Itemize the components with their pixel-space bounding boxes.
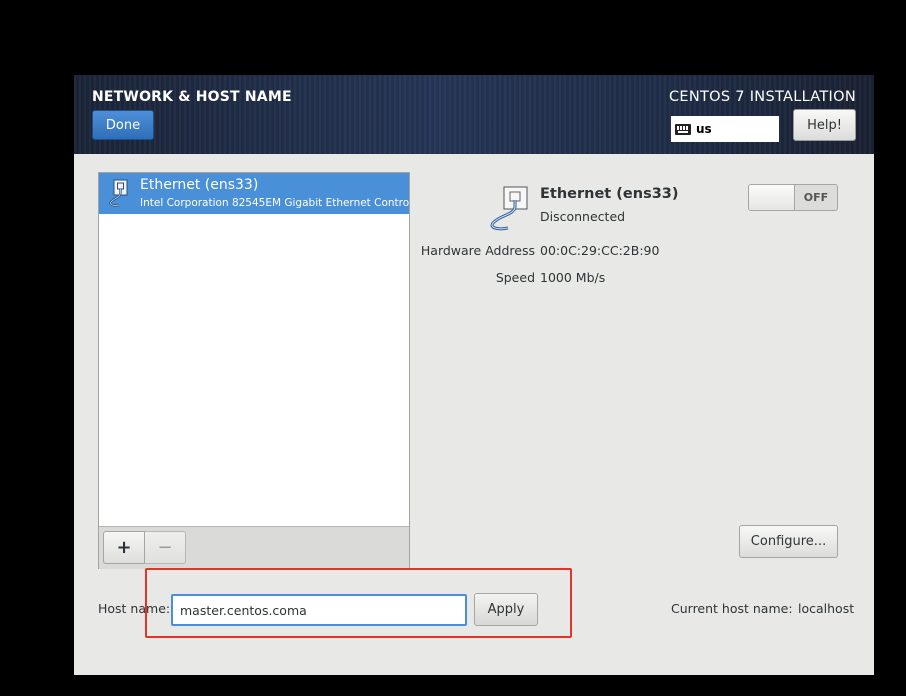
hardware-address-value: 00:0C:29:CC:2B:90 xyxy=(540,243,660,258)
keyboard-icon xyxy=(675,123,691,135)
configure-button[interactable]: Configure... xyxy=(739,525,838,558)
device-name: Ethernet (ens33) xyxy=(140,177,259,193)
ethernet-icon xyxy=(490,186,528,231)
toggle-knob xyxy=(749,185,795,210)
highlight-annotation-box xyxy=(145,568,572,638)
page-title: NETWORK & HOST NAME xyxy=(92,89,292,105)
remove-device-button[interactable]: − xyxy=(145,531,186,564)
hardware-address-label: Hardware Address xyxy=(420,243,535,258)
product-title: CENTOS 7 INSTALLATION xyxy=(668,89,856,105)
list-toolbar: + − xyxy=(99,526,409,569)
toggle-state-label: OFF xyxy=(803,191,829,204)
device-description: Intel Corporation 82545EM Gigabit Ethern… xyxy=(140,197,409,209)
add-device-button[interactable]: + xyxy=(103,531,145,564)
connection-status: Disconnected xyxy=(540,209,626,224)
device-list: Ethernet (ens33) Intel Corporation 82545… xyxy=(98,172,410,569)
device-list-item[interactable]: Ethernet (ens33) Intel Corporation 82545… xyxy=(99,173,409,214)
help-button[interactable]: Help! xyxy=(793,109,856,141)
speed-value: 1000 Mb/s xyxy=(540,270,606,285)
device-detail-name: Ethernet (ens33) xyxy=(540,186,679,202)
current-host-name-label: Current host name: xyxy=(671,601,793,616)
header-bar: NETWORK & HOST NAME Done CENTOS 7 INSTAL… xyxy=(74,75,874,154)
connection-toggle[interactable]: OFF xyxy=(748,184,838,211)
ethernet-icon xyxy=(109,179,128,207)
keyboard-layout-label: us xyxy=(696,122,712,136)
current-host-name-value: localhost xyxy=(798,601,855,616)
done-button[interactable]: Done xyxy=(92,110,154,140)
keyboard-layout-indicator[interactable]: us xyxy=(671,116,779,142)
speed-label: Speed xyxy=(495,270,535,285)
